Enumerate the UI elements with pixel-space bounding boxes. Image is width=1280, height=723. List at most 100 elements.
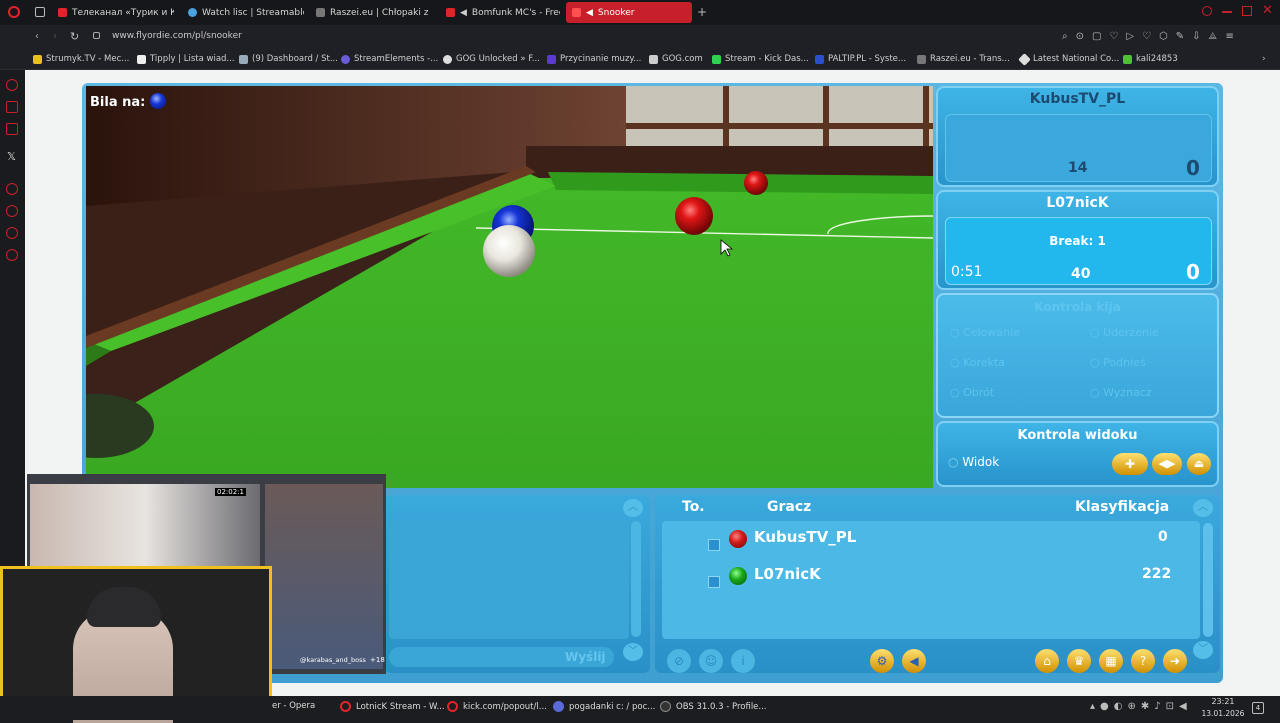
bookmark-7[interactable]: GOG.com [649,54,703,64]
taskbar-item[interactable]: LotnicK Stream - W... [340,701,445,712]
bookmark-label: Przycinanie muzy... [560,54,642,64]
tray-icons[interactable]: ▴●◐⊕✱♪⊡◀ [1090,701,1192,712]
chat-scroll-down-icon[interactable]: ﹀ [623,643,643,661]
player2-name: L07nicK [1046,195,1109,211]
taskbar-label: LotnicK Stream - W... [356,701,445,712]
option-correction[interactable]: ○ Korekta [950,356,1005,369]
clock-icon[interactable] [6,205,18,217]
chat-scroll-up-icon[interactable]: ︿ [623,499,643,517]
taskbar-item[interactable]: OBS 31.0.3 - Profile... [660,701,767,712]
view-option[interactable]: ○ Widok [948,455,999,469]
ranking-scrollbar[interactable] [1203,523,1213,637]
bookmark-1[interactable]: Strumyk.TV - Mec... [33,54,129,64]
sidebar-icon[interactable] [6,101,18,113]
bookmark-4[interactable]: StreamElements -... [341,54,438,64]
minimize-icon[interactable] [1222,11,1232,13]
opera-logo-icon[interactable] [8,6,20,18]
tab-4[interactable]: ◀ Bomfunk MC's - Frees [440,2,560,23]
table-row[interactable]: L07nicK 222 [662,562,1200,592]
url-field[interactable]: www.flyordie.com/pl/snooker [112,31,242,41]
option-set[interactable]: ○ Wyznacz [1090,386,1152,399]
bookmark-12[interactable]: kali24853 [1123,54,1178,64]
option-aim[interactable]: ○ Celowanie [950,326,1020,339]
maximize-icon[interactable] [1242,6,1252,16]
tab-label: Snooker [597,7,635,18]
tab-2[interactable]: Watch lisc | Streamable [182,2,304,23]
player-ball-icon [729,567,747,585]
toolbar-icons[interactable]: ⌕⊙▢♡▷♡⬡✎⇩⟁≡ [1062,31,1242,42]
speaker-icon: ◀ [460,7,467,18]
ranking-scroll-up-icon[interactable]: ︿ [1193,499,1213,517]
info-icon[interactable]: i [731,649,755,673]
eject-view-button[interactable]: ⏏ [1187,453,1211,475]
zoom-in-button[interactable]: ✚ [1112,453,1148,475]
block-icon[interactable]: ⊘ [667,649,691,673]
search-tabs-icon[interactable] [1202,6,1212,16]
taskbar-label: OBS 31.0.3 - Profile... [676,701,767,712]
chat-panel: ︿ ﹀ Wyślij [385,495,650,673]
close-icon[interactable]: ✕ [1262,3,1273,18]
bookmark-label: Latest National Co... [1033,54,1120,64]
profile-icon[interactable]: ☺ [699,649,723,673]
sidebar-icon[interactable] [6,183,18,195]
table-icon[interactable]: ▦ [1099,649,1123,673]
flyordie-icon [572,8,581,17]
sidebar-icon[interactable] [6,79,18,91]
sidebar-icon[interactable] [6,227,18,239]
red-ball-far[interactable] [744,171,768,195]
bookmarks-more-icon[interactable]: › [1262,54,1266,64]
rooms-icon[interactable]: ⌂ [1035,649,1059,673]
new-tab-button[interactable]: + [697,5,707,19]
option-rotate[interactable]: ○ Obrót [950,386,994,399]
bookmark-icon [33,54,42,64]
bookmark-2[interactable]: Tipply | Lista wiad... [137,54,235,64]
tab-1[interactable]: Телеканал «Турик и Кон [52,2,174,23]
stream-badge: +18 [370,656,385,664]
view-control-title: Kontrola widoku [1017,428,1138,443]
tab-3[interactable]: Raszei.eu | Chłopaki z Ra [310,2,432,23]
bookmark-label: Raszei.eu - Trans... [930,54,1010,64]
cue-ball[interactable] [483,225,535,277]
taskbar-item[interactable]: er - Opera [272,701,315,711]
youtube-icon [58,8,67,17]
bookmark-10[interactable]: Raszei.eu - Trans... [917,54,1010,64]
player-name: KubusTV_PL [754,528,857,546]
exit-icon[interactable]: ➜ [1163,649,1187,673]
bookmark-3[interactable]: (9) Dashboard / St... [239,54,338,64]
tab-menu-icon[interactable] [35,7,45,17]
bookmark-5[interactable]: GOG Unlocked » F... [443,54,540,64]
sound-icon[interactable]: ◀ [902,649,926,673]
forward-icon[interactable]: › [53,31,57,42]
taskbar-item[interactable]: kick.com/popout/l... [447,701,547,712]
option-raise[interactable]: ○ Podnieś [1090,356,1146,369]
table-row[interactable]: KubusTV_PL 0 [662,525,1200,555]
send-button[interactable]: Wyślij [565,650,606,664]
red-ball[interactable] [675,197,713,235]
trophy-icon[interactable]: ♛ [1067,649,1091,673]
option-label: Korekta [963,356,1005,369]
option-strike[interactable]: ○ Uderzenie [1090,326,1159,339]
clock-time: 23:21 [1211,697,1235,706]
ball-on-label: Bila na: [90,95,146,110]
bookmark-label: Tipply | Lista wiad... [150,54,235,64]
reload-icon[interactable]: ↻ [70,30,79,43]
bookmark-6[interactable]: Przycinanie muzy... [547,54,641,64]
back-icon[interactable]: ‹ [35,31,39,42]
bookmark-11[interactable]: Latest National Co... [1018,52,1120,66]
notification-icon[interactable]: 4 [1252,702,1264,714]
opera-icon [447,701,458,712]
bookmark-8[interactable]: Stream - Kick Das... [712,54,809,64]
sidebar-icon[interactable] [6,123,18,135]
table-3d-view[interactable] [86,86,933,488]
tab-snooker[interactable]: ◀ Snooker [566,2,692,23]
break-label: Break: 1 [1049,234,1106,248]
chat-scrollbar[interactable] [631,521,641,637]
x-icon[interactable]: 𝕏 [7,150,16,163]
taskbar-item[interactable]: pogadanki c: / poc... [553,701,655,712]
settings-icon[interactable] [6,249,18,261]
ranking-scroll-down-icon[interactable]: ﹀ [1193,641,1213,659]
help-icon[interactable]: ? [1131,649,1155,673]
settings-icon[interactable]: ⚙ [870,649,894,673]
bookmark-9[interactable]: PALTIP.PL - Syste... [815,54,906,64]
rotate-view-button[interactable]: ◀▶ [1152,453,1182,475]
